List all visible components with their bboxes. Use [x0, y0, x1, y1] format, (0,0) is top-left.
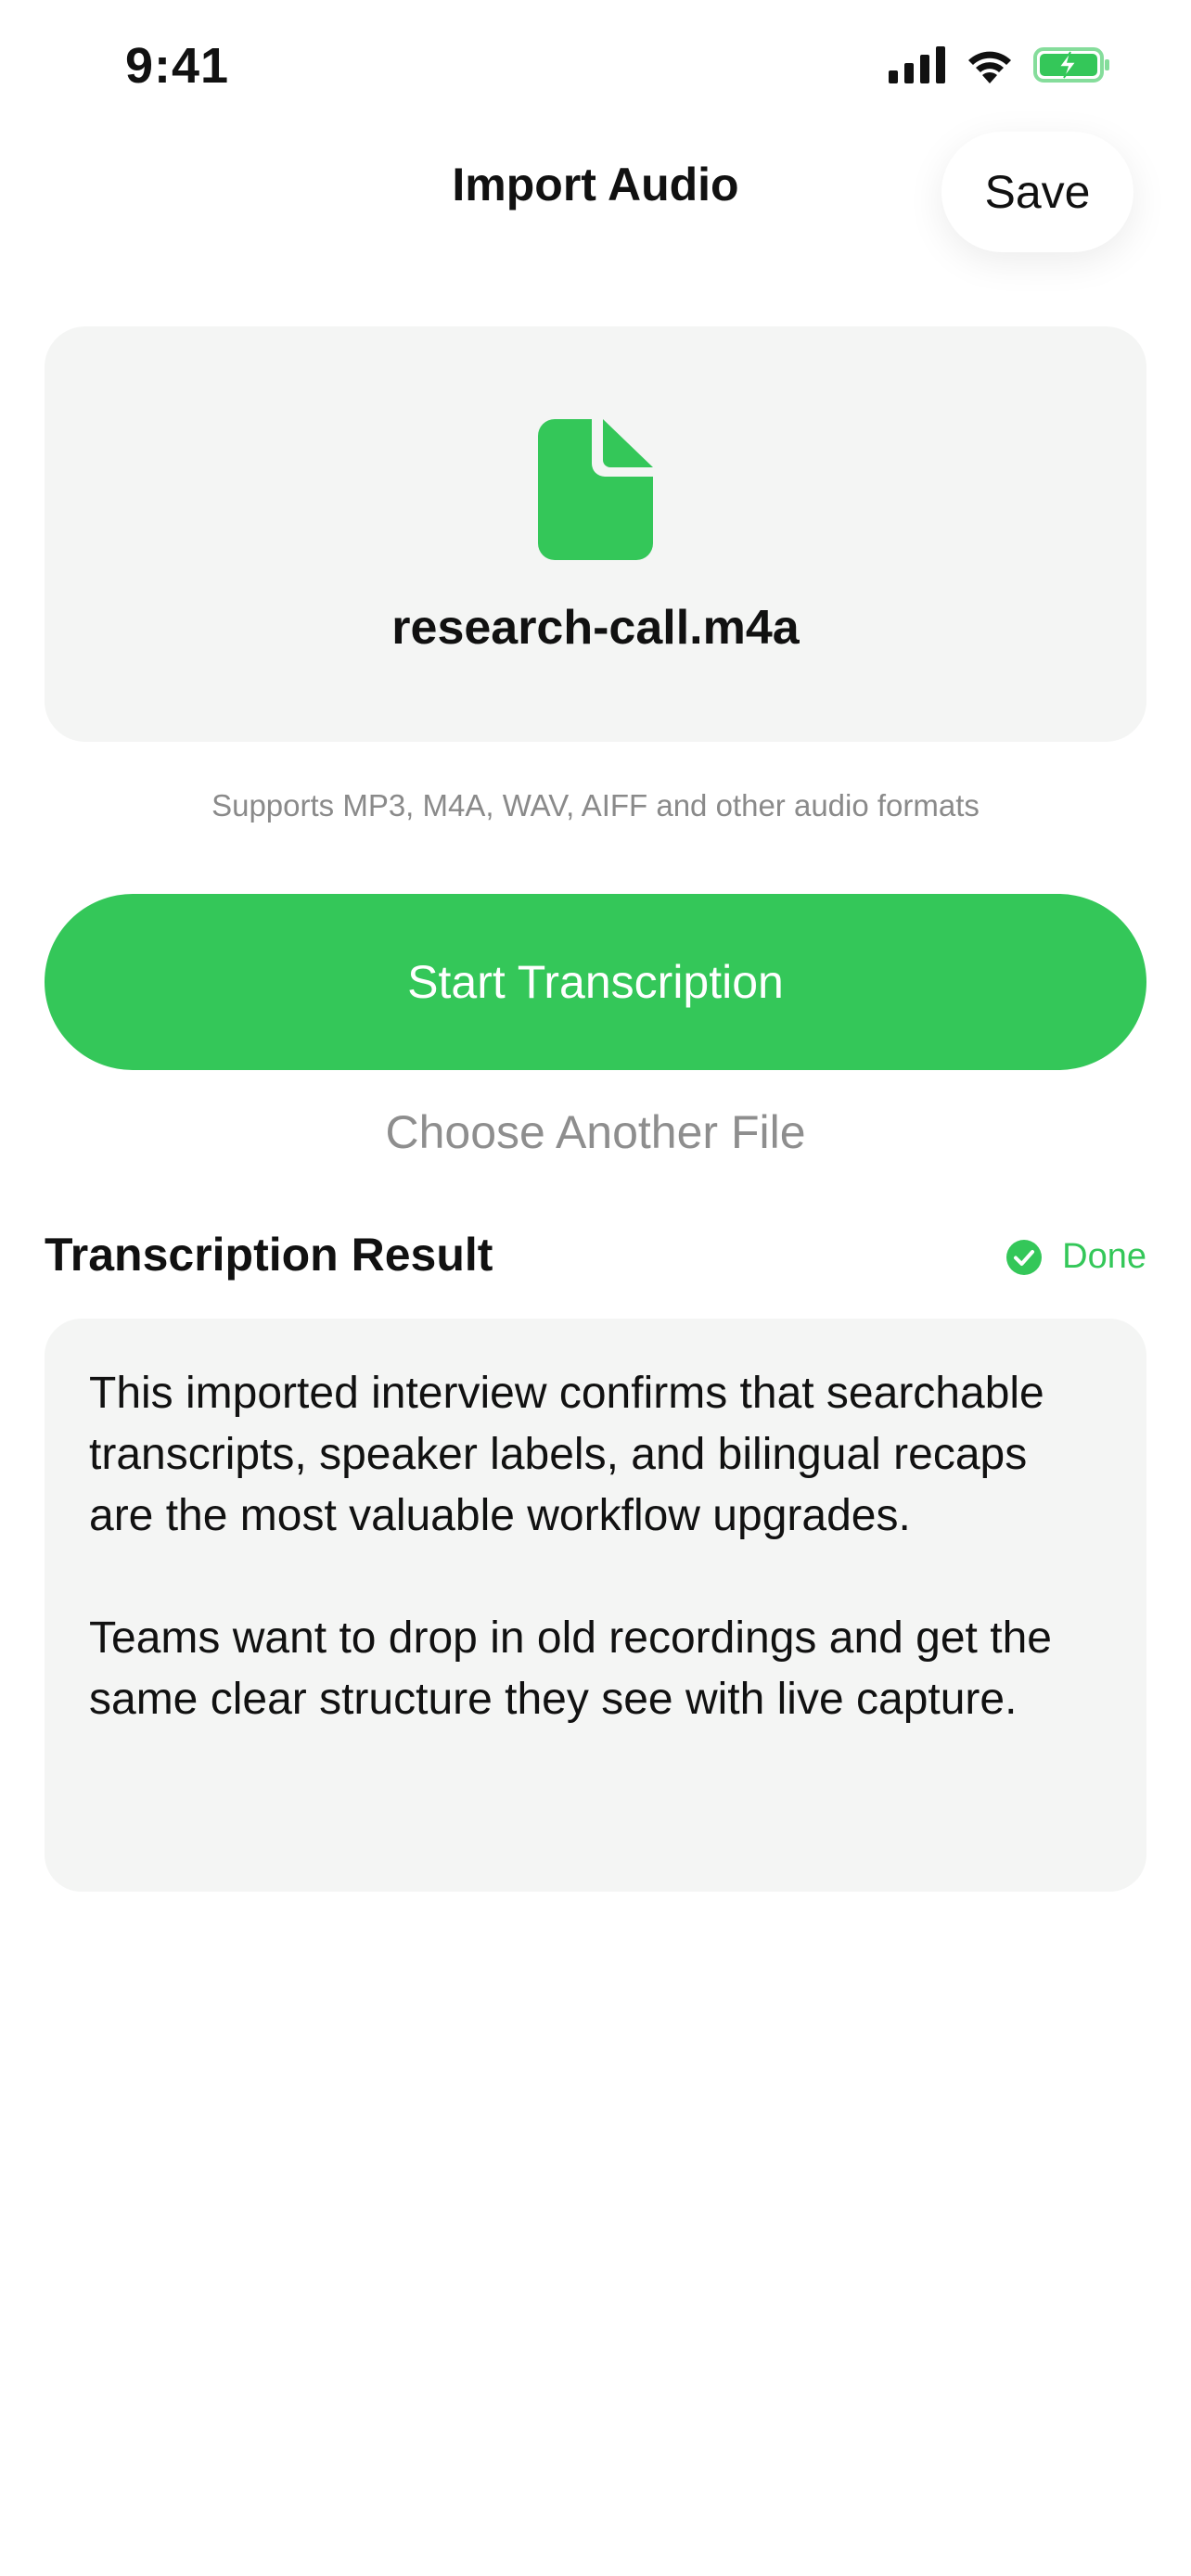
- choose-another-file-button[interactable]: Choose Another File: [0, 1105, 1191, 1159]
- document-icon: [538, 419, 653, 560]
- cellular-signal-icon: [889, 46, 945, 83]
- battery-charging-icon: [1033, 47, 1109, 83]
- transcript-paragraph: This imported interview confirms that se…: [89, 1369, 1044, 1540]
- transcription-result-card: This imported interview confirms that se…: [45, 1319, 1146, 1892]
- status-bar: 9:41: [0, 0, 1191, 130]
- save-button[interactable]: Save: [941, 132, 1133, 252]
- transcription-result-heading: Transcription Result: [45, 1229, 493, 1281]
- status-icons: [889, 46, 1111, 83]
- wifi-icon: [968, 51, 1011, 83]
- supported-formats-hint: Supports MP3, M4A, WAV, AIFF and other a…: [211, 788, 980, 823]
- file-name: research-call.m4a: [391, 601, 800, 655]
- status-label: Done: [1062, 1237, 1146, 1276]
- status-badge: Done: [1006, 1237, 1146, 1277]
- status-time: 9:41: [125, 38, 230, 94]
- transcript-paragraph: Teams want to drop in old recordings and…: [89, 1613, 1052, 1724]
- selected-file-card[interactable]: research-call.m4a: [45, 326, 1146, 742]
- start-transcription-button[interactable]: Start Transcription: [45, 894, 1146, 1070]
- checkmark-circle-icon: [1006, 1239, 1043, 1275]
